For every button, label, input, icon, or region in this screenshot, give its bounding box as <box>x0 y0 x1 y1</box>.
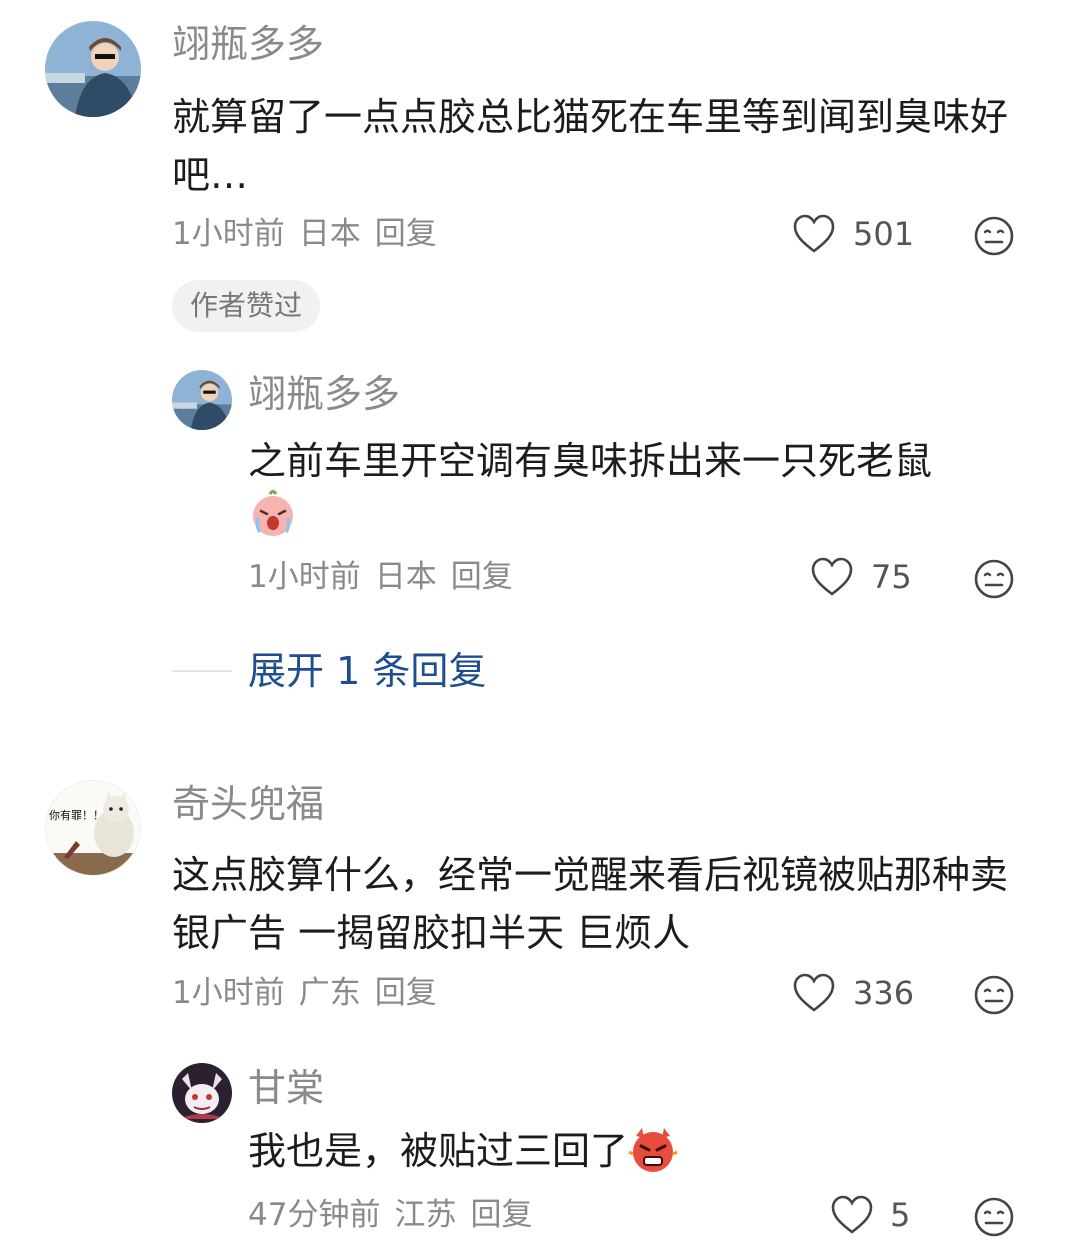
username[interactable]: 翊瓶多多 <box>172 22 324 66</box>
author-liked-badge: 作者赞过 <box>172 280 321 332</box>
comment-text-content: 我也是，被贴过三回了 <box>248 1129 629 1173</box>
like-count: 75 <box>871 558 912 596</box>
expand-replies-button[interactable]: 展开 1 条回复 <box>248 649 486 693</box>
like-count: 5 <box>890 1196 911 1234</box>
like-button[interactable] <box>830 1194 874 1236</box>
divider <box>172 670 232 672</box>
comment-meta: 1小时前 日本 回复 <box>172 215 437 253</box>
reply-button[interactable]: 回复 <box>375 975 437 1011</box>
comment-text: 这点胶算什么，经常一觉醒来看后视镜被贴那种卖银广告 一揭留胶扣半天 巨烦人 <box>172 853 1009 955</box>
like-count: 336 <box>853 974 915 1012</box>
avatar[interactable] <box>45 21 141 117</box>
location: 江苏 <box>394 1197 457 1233</box>
username[interactable]: 奇头兜福 <box>172 782 324 826</box>
comment-meta: 1小时前 日本 回复 <box>248 558 513 596</box>
heart-icon <box>793 214 835 253</box>
timestamp: 1小时前 <box>172 975 285 1011</box>
like-count: 501 <box>853 215 915 253</box>
username[interactable]: 翊瓶多多 <box>248 372 400 416</box>
location: 日本 <box>374 559 437 595</box>
like-button[interactable] <box>792 213 836 255</box>
avatar[interactable] <box>172 370 232 430</box>
comment-meta: 1小时前 广东 回复 <box>172 974 437 1012</box>
dislike-button[interactable] <box>973 558 1015 600</box>
heart-icon <box>811 557 853 596</box>
avatar[interactable]: 你有罪！！ <box>45 780 141 876</box>
dislike-button[interactable] <box>973 974 1015 1016</box>
location: 日本 <box>298 216 361 252</box>
location: 广东 <box>298 975 361 1011</box>
comment-text: 之前车里开空调有臭味拆出来一只死老鼠 <box>248 439 933 483</box>
meh-face-icon <box>974 216 1014 256</box>
reply-button[interactable]: 回复 <box>470 1197 532 1233</box>
meh-face-icon <box>974 975 1014 1015</box>
meh-face-icon <box>974 559 1014 599</box>
angry-face-emoji <box>628 1124 678 1174</box>
crying-face-emoji <box>248 488 298 538</box>
like-button[interactable] <box>792 972 836 1014</box>
heart-icon <box>831 1195 873 1234</box>
dislike-button[interactable] <box>973 1196 1015 1238</box>
avatar[interactable] <box>172 1063 232 1123</box>
timestamp: 47分钟前 <box>248 1197 381 1233</box>
meh-face-icon <box>974 1197 1014 1237</box>
timestamp: 1小时前 <box>248 559 361 595</box>
like-button[interactable] <box>810 556 854 598</box>
heart-icon <box>793 973 835 1012</box>
timestamp: 1小时前 <box>172 216 285 252</box>
avatar-caption: 你有罪！！ <box>49 808 104 822</box>
reply-button[interactable]: 回复 <box>375 216 437 252</box>
comment-meta: 47分钟前 江苏 回复 <box>248 1196 532 1234</box>
comment-text: 就算留了一点点胶总比猫死在车里等到闻到臭味好吧… <box>172 95 1009 197</box>
reply-button[interactable]: 回复 <box>451 559 513 595</box>
comment-text: 我也是，被贴过三回了 <box>248 1122 678 1180</box>
dislike-button[interactable] <box>973 215 1015 257</box>
username[interactable]: 甘棠 <box>248 1066 324 1110</box>
